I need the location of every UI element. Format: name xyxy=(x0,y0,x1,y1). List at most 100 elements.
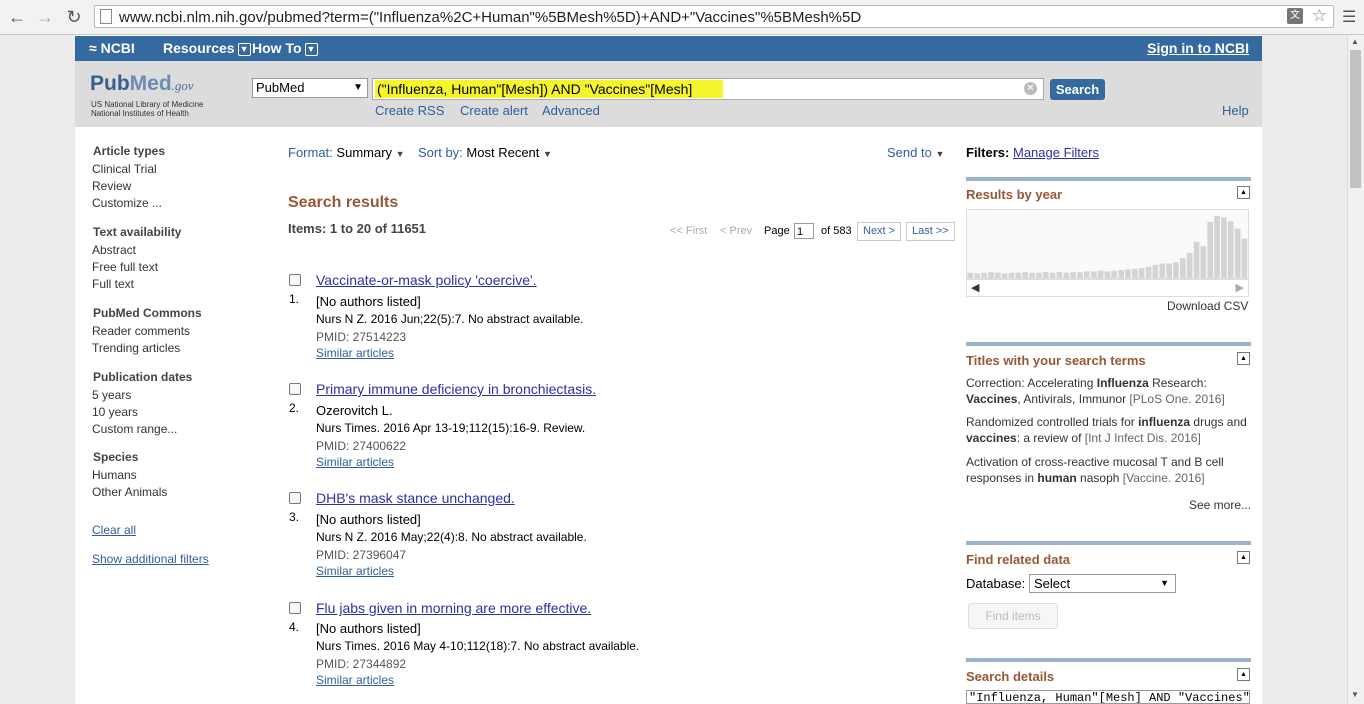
search-button[interactable]: Search xyxy=(1050,79,1105,100)
result-title-link[interactable]: Vaccinate-or-mask policy 'coercive'. xyxy=(316,272,537,288)
bookmark-star-icon[interactable]: ☆ xyxy=(1312,6,1327,26)
create-alert-link[interactable]: Create alert xyxy=(460,103,528,118)
scroll-right-icon[interactable]: ▶ xyxy=(1236,281,1244,294)
filter-trending-articles[interactable]: Trending articles xyxy=(92,341,180,355)
title-link-1[interactable]: Correction: Accelerating Influenza Resea… xyxy=(966,375,1251,407)
filter-abstract[interactable]: Abstract xyxy=(92,243,136,257)
collapse-icon[interactable]: ▲ xyxy=(1237,186,1250,199)
database-select[interactable]: PubMed ▼ xyxy=(252,78,368,98)
year-bar[interactable] xyxy=(1056,272,1063,278)
pubmed-logo[interactable]: PubMed.gov xyxy=(90,72,194,96)
year-bar[interactable] xyxy=(1118,270,1124,278)
filter-customize[interactable]: Customize ... xyxy=(92,196,162,210)
filter-clinical-trial[interactable]: Clinical Trial xyxy=(92,162,157,176)
year-bar[interactable] xyxy=(1200,246,1207,278)
filter-10-years[interactable]: 10 years xyxy=(92,405,138,419)
year-bar[interactable] xyxy=(1008,272,1015,278)
collapse-icon[interactable]: ▲ xyxy=(1237,551,1250,564)
create-rss-link[interactable]: Create RSS xyxy=(375,103,444,118)
filter-other-animals[interactable]: Other Animals xyxy=(92,485,167,499)
year-bar[interactable] xyxy=(1221,217,1227,278)
year-bar[interactable] xyxy=(967,272,974,278)
results-by-year-chart[interactable] xyxy=(966,209,1249,279)
manage-filters-link[interactable]: Manage Filters xyxy=(1013,145,1099,160)
clear-all-link[interactable]: Clear all xyxy=(92,523,136,537)
advanced-link[interactable]: Advanced xyxy=(542,103,600,118)
year-bar[interactable] xyxy=(1090,271,1097,278)
filter-free-full-text[interactable]: Free full text xyxy=(92,260,158,274)
reload-icon[interactable]: ↻ xyxy=(63,6,85,28)
year-bar[interactable] xyxy=(988,272,994,278)
ncbi-logo[interactable]: ≈ NCBI xyxy=(89,40,135,56)
filter-5-years[interactable]: 5 years xyxy=(92,388,131,402)
year-bar[interactable] xyxy=(1029,272,1035,278)
back-icon[interactable]: ← xyxy=(6,6,28,28)
year-bar[interactable] xyxy=(1193,241,1200,278)
year-bar[interactable] xyxy=(1152,264,1159,278)
year-bar[interactable] xyxy=(1145,266,1152,278)
scroll-up-icon[interactable]: ▲ xyxy=(1351,37,1359,46)
find-items-button[interactable]: Find items xyxy=(968,603,1058,629)
translate-icon[interactable]: 文 xyxy=(1287,8,1303,24)
year-bar[interactable] xyxy=(1077,272,1083,278)
year-bar[interactable] xyxy=(1227,221,1234,278)
year-bar[interactable] xyxy=(1049,272,1056,278)
result-title-link[interactable]: Primary immune deficiency in bronchiecta… xyxy=(316,381,596,397)
year-bar[interactable] xyxy=(1166,263,1172,279)
year-bar[interactable] xyxy=(1180,258,1186,278)
page-number-input[interactable]: 1 xyxy=(794,223,814,239)
result-title-link[interactable]: DHB's mask stance unchanged. xyxy=(316,490,515,506)
year-bar[interactable] xyxy=(1001,273,1008,278)
year-bar[interactable] xyxy=(1022,272,1028,278)
help-link[interactable]: Help xyxy=(1222,103,1249,118)
result-checkbox[interactable] xyxy=(289,274,301,286)
year-bar[interactable] xyxy=(1111,270,1118,278)
see-more-link[interactable]: See more... xyxy=(1189,498,1251,512)
sign-in-link[interactable]: Sign in to NCBI xyxy=(1147,40,1249,56)
year-bar[interactable] xyxy=(1104,271,1111,278)
year-bar[interactable] xyxy=(1042,272,1049,278)
format-control[interactable]: Format: Summary ▼ xyxy=(288,145,405,160)
year-bar[interactable] xyxy=(1214,216,1220,278)
year-bar[interactable] xyxy=(994,272,1001,278)
title-link-2[interactable]: Randomized controlled trials for influen… xyxy=(966,414,1251,446)
collapse-icon[interactable]: ▲ xyxy=(1237,668,1250,681)
similar-articles-link[interactable]: Similar articles xyxy=(316,455,394,469)
send-to-menu[interactable]: Send to ▼ xyxy=(887,145,944,160)
result-checkbox[interactable] xyxy=(289,492,301,504)
pager-last-button[interactable]: Last >> xyxy=(906,222,955,241)
timeline-scroller[interactable]: ◀ ▶ xyxy=(966,279,1249,297)
year-bar[interactable] xyxy=(1070,272,1076,278)
filter-custom-range[interactable]: Custom range... xyxy=(92,422,177,436)
similar-articles-link[interactable]: Similar articles xyxy=(316,564,394,578)
pager-next-button[interactable]: Next > xyxy=(857,222,902,241)
year-bar[interactable] xyxy=(1234,228,1241,279)
year-bar[interactable] xyxy=(1138,268,1145,278)
scroll-down-icon[interactable]: ▼ xyxy=(1351,690,1359,699)
scrollbar-thumb[interactable] xyxy=(1350,50,1361,188)
resources-menu[interactable]: Resources ▼ xyxy=(163,40,251,56)
howto-menu[interactable]: How To ▼ xyxy=(252,40,318,56)
filter-humans[interactable]: Humans xyxy=(92,468,137,482)
download-csv-link[interactable]: Download CSV xyxy=(1167,299,1248,313)
year-bar[interactable] xyxy=(1036,272,1042,278)
year-bar[interactable] xyxy=(1015,272,1022,278)
similar-articles-link[interactable]: Similar articles xyxy=(316,673,394,687)
scroll-left-icon[interactable]: ◀ xyxy=(971,281,979,294)
year-bar[interactable] xyxy=(1132,268,1138,278)
year-bar[interactable] xyxy=(1097,270,1104,278)
year-bar[interactable] xyxy=(1125,269,1131,278)
related-database-select[interactable]: Select ▼ xyxy=(1029,574,1176,593)
menu-icon[interactable]: ☰ xyxy=(1342,7,1356,27)
year-bar[interactable] xyxy=(974,273,981,278)
filter-reader-comments[interactable]: Reader comments xyxy=(92,324,190,338)
result-checkbox[interactable] xyxy=(289,602,301,614)
year-bar[interactable] xyxy=(1063,272,1070,278)
year-bar[interactable] xyxy=(1084,271,1090,278)
year-bar[interactable] xyxy=(1207,221,1214,278)
result-checkbox[interactable] xyxy=(289,383,301,395)
filter-review[interactable]: Review xyxy=(92,179,131,193)
sort-control[interactable]: Sort by: Most Recent ▼ xyxy=(418,145,552,160)
collapse-icon[interactable]: ▲ xyxy=(1237,352,1250,365)
similar-articles-link[interactable]: Similar articles xyxy=(316,346,394,360)
